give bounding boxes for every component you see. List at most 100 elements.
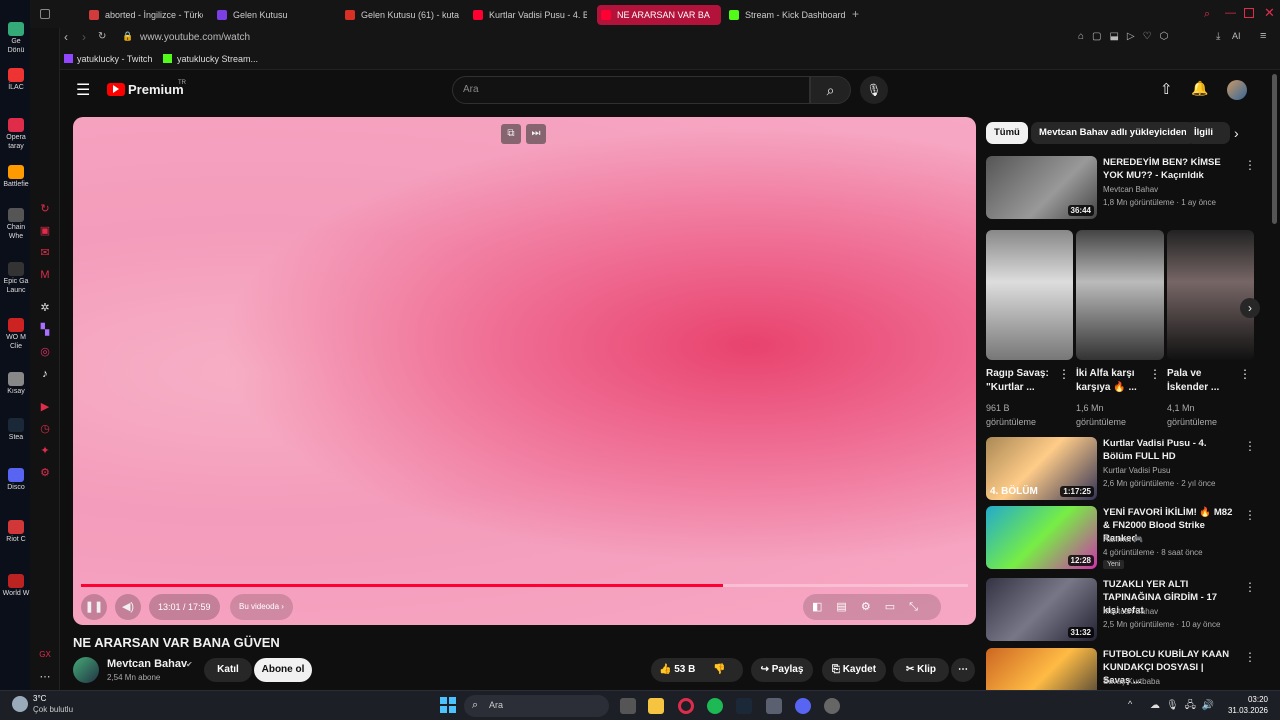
recommendation-item[interactable]: FUTBOLCU KUBİLAY KAAN KUNDAKÇI DOSYASI |… [986,648,1256,690]
tab-3[interactable]: Kurtlar Vadisi Pusu - 4. Bö [469,5,587,25]
video-thumbnail[interactable]: 12:28 [986,506,1097,569]
task-view-icon[interactable] [620,698,636,714]
messenger-icon[interactable]: ✉ [38,246,52,260]
address-bar-tools[interactable]: ⌂▢⬓▷♡⬡ [1078,31,1176,42]
tray-icons[interactable]: ☁🎙🖧🔊 [1150,698,1220,715]
gmail-icon[interactable]: M [38,268,52,282]
voice-search-button[interactable]: 🎙 [860,76,888,104]
search-box[interactable]: Ara [452,76,810,104]
weather-temp[interactable]: 3°C [33,694,46,703]
clip-button[interactable]: ✂ Klip [893,658,949,682]
spotify-icon[interactable] [707,698,723,714]
more-options-icon[interactable]: ⋮ [1244,650,1256,664]
minimize-icon[interactable]: — [1225,7,1236,19]
clock-date[interactable]: 31.03.2026 [1222,706,1268,715]
more-options-icon[interactable]: ⋮ [1244,508,1256,522]
tab-menu-icon[interactable] [40,9,50,19]
recommendation-item[interactable]: 31:32 TUZAKLI YER ALTI TAPINAĞINA GİRDİM… [986,578,1256,642]
more-icon[interactable]: ⋯ [38,670,52,684]
url-field[interactable]: www.youtube.com/watch [140,32,250,43]
player-right-controls[interactable]: ◧▤⚙▭⤡ [803,594,941,620]
chrome-icon[interactable] [824,698,840,714]
search-input[interactable]: Ara [463,84,479,95]
video-thumbnail[interactable]: 36:44 [986,156,1097,219]
search-tabs-icon[interactable]: ⌕ [1204,8,1210,21]
chatgpt-icon[interactable]: ✲ [38,301,52,315]
more-options-icon[interactable]: ⋮ [1058,367,1070,381]
share-button[interactable]: ↪ Paylaş [751,658,813,682]
tab-4-active[interactable]: NE ARARSAN VAR BA [597,5,721,25]
desktop-shortcut[interactable]: Disco [2,468,30,492]
avatar[interactable] [1227,80,1247,100]
hamburger-icon[interactable]: ☰ [76,80,90,100]
ai-button[interactable]: AI [1232,31,1241,41]
next-video-icon[interactable]: ⏭ [526,124,546,144]
clock-time[interactable]: 03:20 [1222,695,1268,704]
chip-related[interactable]: İlgili [1186,122,1230,144]
weather-icon[interactable] [12,696,28,712]
desktop-shortcut[interactable]: WO M Clie [2,318,30,351]
youtube-logo-text[interactable]: Premium [128,82,184,97]
extensions-icon[interactable]: ✦ [38,444,52,458]
more-options-icon[interactable]: ⋮ [1244,580,1256,594]
bookmark-twitch[interactable]: yatuklucky - Twitch [77,54,152,64]
desktop-shortcut[interactable]: Kısay [2,372,30,396]
short-title[interactable]: İki Alfa karşı karşıya 🔥 ... [1076,367,1150,395]
aria-icon[interactable]: ↻ [38,202,52,216]
like-dislike-button[interactable]: 👍 53 B 👎 [651,658,743,682]
bag-icon[interactable]: ▣ [38,224,52,238]
more-options-icon[interactable]: ⋮ [1244,158,1256,172]
steam-icon[interactable] [736,698,752,714]
recommendation-item[interactable]: 36:44 NEREDEYİM BEN? KİMSE YOK MU?? - Ka… [986,156,1256,220]
join-button[interactable]: Katıl [204,658,252,682]
fullscreen-exit-icon[interactable]: ⤡ [909,601,932,613]
desktop-shortcut[interactable]: Ge Dönü [2,22,30,55]
tray-chevron-icon[interactable]: ^ [1128,699,1132,709]
chip-all[interactable]: Tümü [986,122,1028,144]
player-settings-icon[interactable]: ⚙ [861,601,885,613]
desktop-shortcut[interactable]: Riot C [2,520,30,544]
windows-start-icon[interactable] [440,697,456,713]
recommendation-channel[interactable]: Kurtlar Vadisi Pusu [1103,466,1170,475]
chapter-button[interactable]: Bu videoda › [230,594,293,620]
more-options-icon[interactable]: ⋮ [1149,367,1161,381]
page-scrollbar[interactable] [1270,70,1280,690]
bookmark-kick[interactable]: yatuklucky Stream... [177,54,258,64]
video-player[interactable]: ⧉ ⏭ ❚❚ ◀) 13:01 / 17:59 Bu videoda › ◧▤⚙… [73,117,976,625]
recommendation-item[interactable]: 12:28 YENİ FAVORİ İKİLİM! 🔥 M82 & FN2000… [986,506,1256,570]
short-thumbnail[interactable] [1076,230,1164,360]
new-tab-icon[interactable]: + [852,7,859,21]
recommendation-title[interactable]: Kurtlar Vadisi Pusu - 4. Bölüm FULL HD [1103,437,1233,463]
channel-name[interactable]: Mevtcan Bahav [107,658,187,670]
pause-button[interactable]: ❚❚ [81,594,107,620]
recommendation-channel[interactable]: Rahmet 🎮 [1103,535,1143,544]
save-button[interactable]: ⎘ Kaydet [822,658,886,682]
menu-icon[interactable]: ≡ [1260,30,1266,42]
notifications-bell-icon[interactable]: 🔔 [1191,80,1208,97]
more-options-icon[interactable]: ⋮ [1244,439,1256,453]
history-icon[interactable]: ◷ [38,422,52,436]
recommendation-channel[interactable]: Mevtcan Bahav [1103,607,1158,616]
chevron-right-icon[interactable]: › [1234,125,1239,141]
player-icon[interactable]: ▶ [38,400,52,414]
desktop-shortcut[interactable]: Epic Ga Launc [2,262,30,295]
tiktok-icon[interactable]: ♪ [38,367,52,381]
subscribe-button[interactable]: Abone ol [254,658,312,682]
miniplayer-icon[interactable]: ⧉ [501,124,521,144]
weather-description[interactable]: Çok bulutlu [33,705,73,714]
reload-icon[interactable]: ↻ [98,31,106,42]
video-thumbnail[interactable]: 4. BÖLÜM 1:17:25 [986,437,1097,500]
opera-gx-icon[interactable] [678,698,694,714]
desktop-shortcut[interactable]: Battlefie [2,165,30,189]
short-thumbnail[interactable] [986,230,1073,360]
upload-icon[interactable]: ⇧ [1160,80,1173,98]
like-icon[interactable]: 👍 [659,664,671,675]
subtitles-icon[interactable]: ▤ [836,601,860,613]
short-title[interactable]: Ragıp Savaş: "Kurtlar ... [986,367,1052,395]
app-icon[interactable] [766,698,782,714]
progress-bar[interactable] [81,584,968,587]
maximize-icon[interactable] [1244,8,1254,18]
more-actions-button[interactable]: ⋯ [951,658,975,682]
theater-mode-icon[interactable]: ▭ [885,601,909,613]
tab-1[interactable]: Gelen Kutusu [213,5,331,25]
